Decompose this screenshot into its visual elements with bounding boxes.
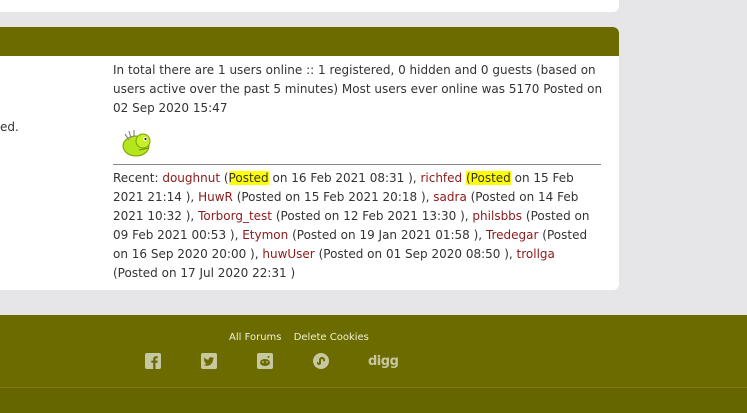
recent-user-link[interactable]: Torborg_test	[198, 209, 272, 223]
twitter-icon[interactable]	[201, 353, 217, 369]
recent-user-link[interactable]: HuwR	[198, 190, 233, 204]
online-stats-text: In total there are 1 users online :: 1 r…	[113, 63, 603, 115]
highlighted-posted: Posted	[228, 171, 269, 185]
recent-user-link[interactable]: Etymon	[242, 228, 288, 242]
recent-user-link[interactable]: huwUser	[262, 247, 314, 261]
recent-user-link[interactable]: sadra	[433, 190, 467, 204]
recent-user-link[interactable]: doughnut	[162, 171, 220, 185]
digg-icon[interactable]: digg	[368, 354, 399, 369]
stats-column: In total there are 1 users online :: 1 r…	[113, 61, 603, 283]
footer-links: All Forums Delete Cookies	[229, 332, 378, 343]
recent-user-link[interactable]: Tredegar	[486, 228, 539, 242]
mascot-icon	[121, 126, 155, 158]
highlighted-posted: (Posted	[465, 171, 511, 185]
whos-online-panel: ed. In total there are 1 users online ::…	[0, 27, 619, 290]
recent-user-link[interactable]: richfed	[420, 171, 462, 185]
recent-user-link[interactable]: trollga	[517, 247, 555, 261]
reddit-icon[interactable]	[257, 353, 273, 369]
section-divider	[113, 164, 601, 165]
left-column-text: ed.	[0, 120, 19, 134]
previous-panel-fragment	[0, 0, 619, 12]
recent-posters: Recent: doughnut (Posted on 16 Feb 2021 …	[113, 171, 590, 280]
delete-cookies-link[interactable]: Delete Cookies	[294, 332, 369, 343]
all-forums-link[interactable]: All Forums	[229, 332, 282, 343]
panel-header	[0, 27, 619, 56]
footer-bottom-bar	[0, 387, 747, 413]
recent-user-link[interactable]: philsbbs	[472, 209, 522, 223]
recent-label: Recent:	[113, 171, 159, 185]
facebook-icon[interactable]	[145, 353, 161, 369]
site-footer: All Forums Delete Cookies digg	[0, 315, 747, 387]
stumbleupon-icon[interactable]	[313, 353, 329, 369]
